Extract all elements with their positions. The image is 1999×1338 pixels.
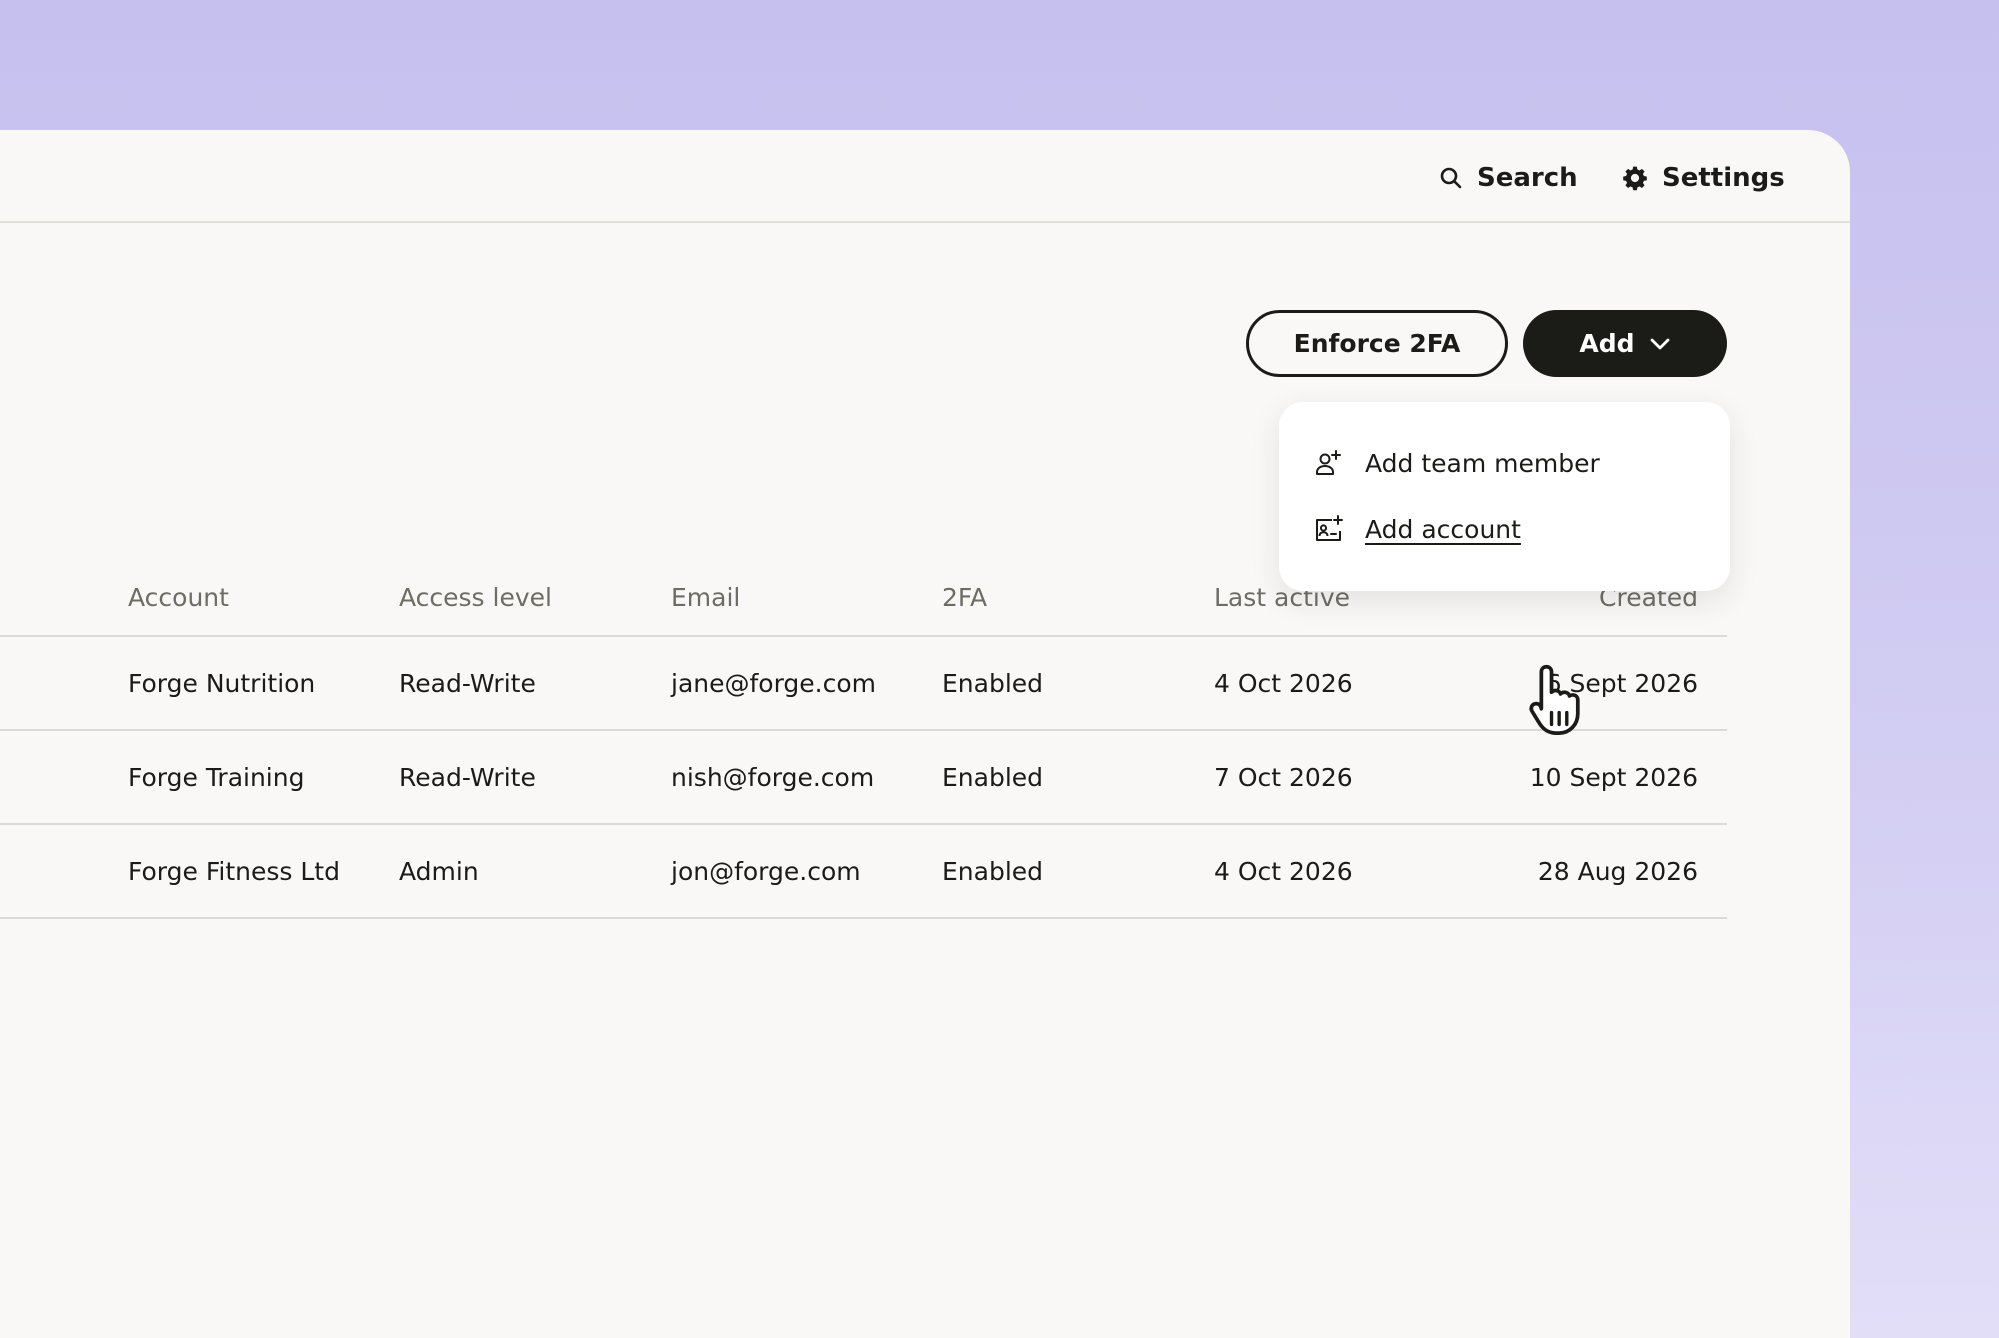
id-card-plus-icon [1316,515,1343,541]
cell-2fa: Enabled [942,635,1214,730]
search-label: Search [1477,163,1578,193]
cell-account: Forge Fitness Ltd [0,823,399,919]
column-header-access-level[interactable]: Access level [399,557,671,636]
menu-item-add-team-member[interactable]: Add team member [1313,443,1600,483]
cell-email: jane@forge.com [671,635,942,730]
cell-email: nish@forge.com [671,729,942,824]
settings-button[interactable]: Settings [1622,158,1785,198]
column-header-2fa[interactable]: 2FA [942,557,1214,636]
menu-item-add-account[interactable]: Add account [1313,509,1521,549]
gear-icon [1623,166,1647,191]
top-bar: Search Settings [0,130,1850,223]
accounts-table: Account Access level Email 2FA Last acti… [0,557,1727,919]
add-dropdown-menu: Add team member Add account [1279,402,1730,591]
add-label: Add [1579,329,1635,358]
chevron-down-icon [1650,338,1669,349]
cell-last-active: 4 Oct 2026 [1214,635,1486,730]
cell-access-level: Read-Write [399,729,671,824]
cell-2fa: Enabled [942,729,1214,824]
search-button[interactable]: Search [1439,158,1578,198]
cell-created: 6 Sept 2026 [1486,635,1727,730]
search-icon [1440,167,1462,189]
add-dropdown-button[interactable]: Add [1523,310,1727,377]
column-header-email[interactable]: Email [671,557,942,636]
enforce-2fa-button[interactable]: Enforce 2FA [1246,310,1508,377]
user-plus-icon [1316,450,1341,475]
table-row[interactable]: Forge Nutrition Read-Write jane@forge.co… [0,635,1727,730]
settings-label: Settings [1662,163,1785,193]
cell-account: Forge Nutrition [0,635,399,730]
enforce-2fa-label: Enforce 2FA [1293,329,1461,358]
cell-access-level: Admin [399,823,671,919]
cell-last-active: 7 Oct 2026 [1214,729,1486,824]
cell-created: 28 Aug 2026 [1486,823,1727,919]
menu-item-label: Add team member [1365,448,1600,478]
cell-email: jon@forge.com [671,823,942,919]
cell-created: 10 Sept 2026 [1486,729,1727,824]
app-panel: Search Settings Enforce 2FA Add Add team… [0,130,1850,1338]
cell-access-level: Read-Write [399,635,671,730]
hand-pointer-cursor-icon [1529,664,1580,735]
cell-2fa: Enabled [942,823,1214,919]
table-row[interactable]: Forge Fitness Ltd Admin jon@forge.com En… [0,823,1727,919]
table-row[interactable]: Forge Training Read-Write nish@forge.com… [0,729,1727,824]
cell-last-active: 4 Oct 2026 [1214,823,1486,919]
cell-account: Forge Training [0,729,399,824]
menu-item-label: Add account [1365,514,1521,544]
column-header-account[interactable]: Account [0,557,399,636]
